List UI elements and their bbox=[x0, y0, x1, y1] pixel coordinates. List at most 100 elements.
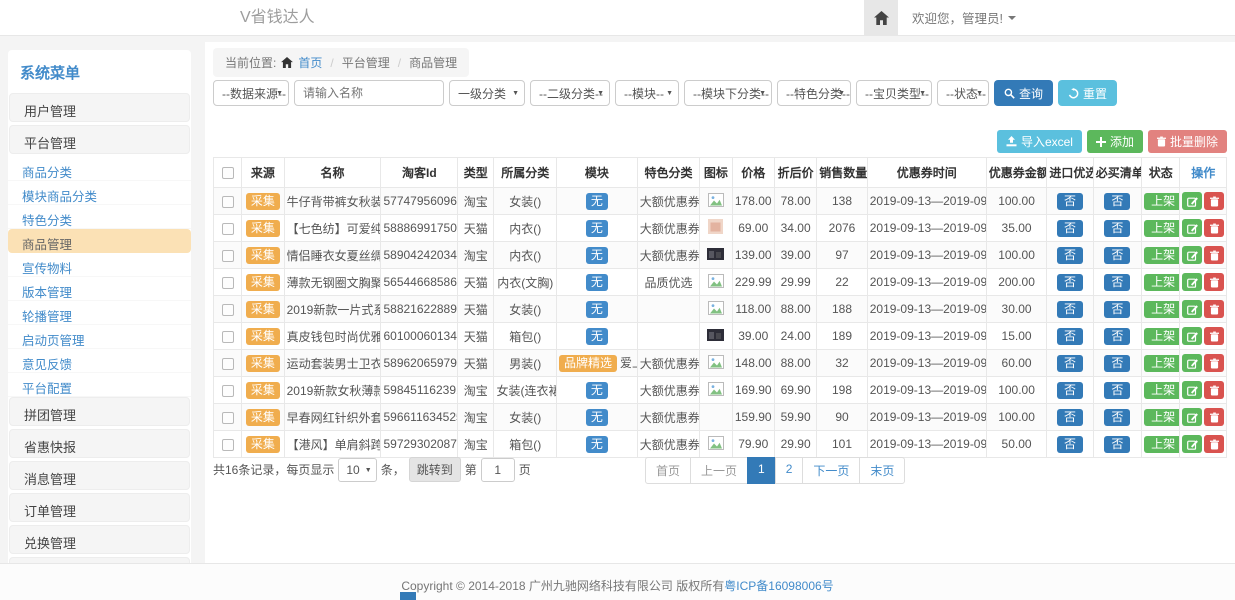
row-checkbox[interactable] bbox=[222, 250, 234, 262]
filter-select-宝贝类型[interactable]: --宝贝类型-- bbox=[856, 80, 932, 106]
edit-button[interactable] bbox=[1182, 381, 1202, 399]
sidebar-item-模块商品分类[interactable]: 模块商品分类 bbox=[8, 181, 191, 205]
pager-button-上一页[interactable]: 上一页 bbox=[690, 457, 748, 484]
page-number-input[interactable] bbox=[481, 458, 515, 482]
edit-button[interactable] bbox=[1182, 219, 1202, 237]
delete-button[interactable] bbox=[1204, 192, 1224, 210]
sidebar-item-省惠快报[interactable]: 省惠快报 bbox=[9, 429, 190, 458]
breadcrumb-home-link[interactable]: 首页 bbox=[298, 54, 322, 71]
edit-button[interactable] bbox=[1182, 273, 1202, 291]
filter-select-模块下分类[interactable]: --模块下分类-- bbox=[684, 80, 772, 106]
must-buy-toggle[interactable]: 否 bbox=[1104, 247, 1130, 264]
edit-button[interactable] bbox=[1182, 327, 1202, 345]
status-button[interactable]: 上架 bbox=[1144, 247, 1180, 264]
sidebar-item-商品管理[interactable]: 商品管理 bbox=[8, 229, 191, 253]
edit-button[interactable] bbox=[1182, 300, 1202, 318]
delete-button[interactable] bbox=[1204, 408, 1224, 426]
row-checkbox[interactable] bbox=[222, 331, 234, 343]
delete-button[interactable] bbox=[1204, 300, 1224, 318]
delete-button[interactable] bbox=[1204, 273, 1224, 291]
import-pick-toggle[interactable]: 否 bbox=[1057, 274, 1083, 291]
sidebar-item-轮播管理[interactable]: 轮播管理 bbox=[8, 301, 191, 325]
jump-button[interactable]: 跳转到 bbox=[409, 457, 461, 482]
must-buy-toggle[interactable]: 否 bbox=[1104, 193, 1130, 210]
import-pick-toggle[interactable]: 否 bbox=[1057, 220, 1083, 237]
add-button[interactable]: 添加 bbox=[1087, 130, 1143, 153]
filter-select-data-source[interactable]: --数据来源-- bbox=[213, 80, 289, 106]
edit-button[interactable] bbox=[1182, 354, 1202, 372]
filter-select-特色分类[interactable]: --特色分类-- bbox=[777, 80, 851, 106]
row-checkbox[interactable] bbox=[222, 385, 234, 397]
must-buy-toggle[interactable]: 否 bbox=[1104, 328, 1130, 345]
sidebar-item-订单管理[interactable]: 订单管理 bbox=[9, 493, 190, 522]
per-page-select[interactable]: 10 bbox=[338, 458, 376, 482]
sidebar-item-平台配置[interactable]: 平台配置 bbox=[8, 373, 191, 397]
import-pick-toggle[interactable]: 否 bbox=[1057, 409, 1083, 426]
row-checkbox[interactable] bbox=[222, 358, 234, 370]
row-checkbox[interactable] bbox=[222, 439, 234, 451]
sidebar-item-特色分类[interactable]: 特色分类 bbox=[8, 205, 191, 229]
edit-button[interactable] bbox=[1182, 435, 1202, 453]
status-button[interactable]: 上架 bbox=[1144, 355, 1180, 372]
sidebar-item-商品分类[interactable]: 商品分类 bbox=[8, 157, 191, 181]
row-checkbox[interactable] bbox=[222, 223, 234, 235]
sidebar-item-消息管理[interactable]: 消息管理 bbox=[9, 461, 190, 490]
pager-button-2[interactable]: 2 bbox=[775, 457, 804, 484]
import-pick-toggle[interactable]: 否 bbox=[1057, 193, 1083, 210]
status-button[interactable]: 上架 bbox=[1144, 328, 1180, 345]
row-checkbox[interactable] bbox=[222, 304, 234, 316]
row-checkbox[interactable] bbox=[222, 277, 234, 289]
row-checkbox[interactable] bbox=[222, 412, 234, 424]
delete-button[interactable] bbox=[1204, 327, 1224, 345]
sidebar-item-兑换管理[interactable]: 兑换管理 bbox=[9, 525, 190, 554]
status-button[interactable]: 上架 bbox=[1144, 382, 1180, 399]
status-button[interactable]: 上架 bbox=[1144, 301, 1180, 318]
pager-button-下一页[interactable]: 下一页 bbox=[802, 457, 860, 484]
status-button[interactable]: 上架 bbox=[1144, 274, 1180, 291]
sidebar-item-拼团管理[interactable]: 拼团管理 bbox=[9, 397, 190, 426]
delete-button[interactable] bbox=[1204, 435, 1224, 453]
import-pick-toggle[interactable]: 否 bbox=[1057, 382, 1083, 399]
sidebar-item-版本管理[interactable]: 版本管理 bbox=[8, 277, 191, 301]
status-button[interactable]: 上架 bbox=[1144, 409, 1180, 426]
pager-button-首页[interactable]: 首页 bbox=[645, 457, 691, 484]
delete-button[interactable] bbox=[1204, 354, 1224, 372]
query-button[interactable]: 查询 bbox=[994, 80, 1053, 106]
sidebar-item-宣传物料[interactable]: 宣传物料 bbox=[8, 253, 191, 277]
pager-button-1[interactable]: 1 bbox=[747, 457, 776, 484]
sidebar-item-启动页管理[interactable]: 启动页管理 bbox=[8, 325, 191, 349]
select-all-checkbox[interactable] bbox=[222, 167, 234, 179]
edit-button[interactable] bbox=[1182, 246, 1202, 264]
filter-select-二级分类[interactable]: --二级分类-- bbox=[530, 80, 610, 106]
edit-button[interactable] bbox=[1182, 192, 1202, 210]
sidebar-item-用户管理[interactable]: 用户管理 bbox=[9, 93, 190, 122]
status-button[interactable]: 上架 bbox=[1144, 193, 1180, 210]
import-pick-toggle[interactable]: 否 bbox=[1057, 436, 1083, 453]
import-pick-toggle[interactable]: 否 bbox=[1057, 355, 1083, 372]
sidebar-item-平台管理[interactable]: 平台管理 bbox=[9, 125, 190, 154]
status-button[interactable]: 上架 bbox=[1144, 436, 1180, 453]
import-pick-toggle[interactable]: 否 bbox=[1057, 301, 1083, 318]
edit-button[interactable] bbox=[1182, 408, 1202, 426]
sidebar-item-意见反馈[interactable]: 意见反馈 bbox=[8, 349, 191, 373]
must-buy-toggle[interactable]: 否 bbox=[1104, 301, 1130, 318]
import-excel-button[interactable]: 导入excel bbox=[997, 130, 1082, 153]
reset-button[interactable]: 重置 bbox=[1058, 80, 1117, 106]
batch-delete-button[interactable]: 批量删除 bbox=[1148, 130, 1227, 153]
must-buy-toggle[interactable]: 否 bbox=[1104, 220, 1130, 237]
row-checkbox[interactable] bbox=[222, 196, 234, 208]
filter-select-模块[interactable]: --模块-- bbox=[615, 80, 679, 106]
import-pick-toggle[interactable]: 否 bbox=[1057, 328, 1083, 345]
icp-link[interactable]: 粤ICP备16098006号 bbox=[724, 579, 833, 593]
must-buy-toggle[interactable]: 否 bbox=[1104, 409, 1130, 426]
must-buy-toggle[interactable]: 否 bbox=[1104, 382, 1130, 399]
must-buy-toggle[interactable]: 否 bbox=[1104, 355, 1130, 372]
name-search-input[interactable] bbox=[294, 80, 444, 106]
pager-button-末页[interactable]: 末页 bbox=[859, 457, 905, 484]
delete-button[interactable] bbox=[1204, 219, 1224, 237]
filter-select-一级分类[interactable]: 一级分类 bbox=[449, 80, 525, 106]
must-buy-toggle[interactable]: 否 bbox=[1104, 436, 1130, 453]
status-button[interactable]: 上架 bbox=[1144, 220, 1180, 237]
import-pick-toggle[interactable]: 否 bbox=[1057, 247, 1083, 264]
navbar-home-button[interactable] bbox=[864, 0, 898, 35]
